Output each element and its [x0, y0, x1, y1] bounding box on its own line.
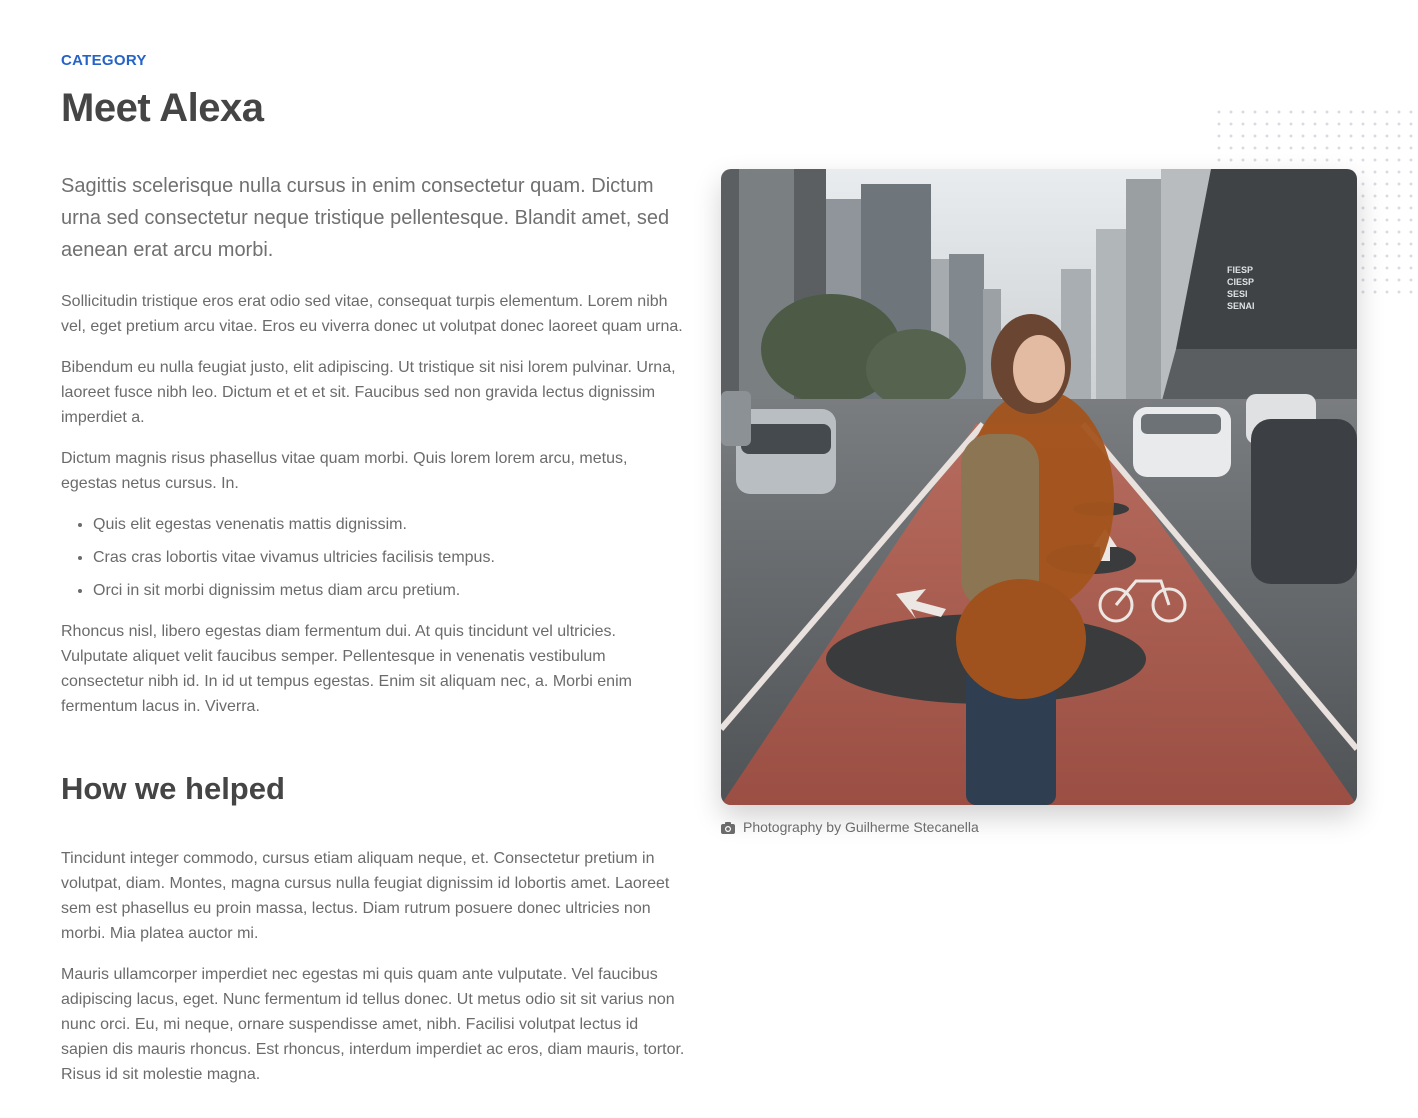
building-sign: SESI	[1227, 289, 1248, 299]
building-sign: SENAI	[1227, 301, 1255, 311]
category-label[interactable]: CATEGORY	[61, 52, 147, 69]
body-paragraph: Sollicitudin tristique eros erat odio se…	[61, 293, 683, 335]
page-title: Meet Alexa	[61, 86, 264, 130]
list-item: Cras cras lobortis vitae vivamus ultrici…	[93, 545, 686, 570]
caption-text: Photography by Guilherme Stecanella	[743, 819, 979, 835]
article-body: Sagittis scelerisque nulla cursus in eni…	[61, 170, 686, 1103]
body-paragraph: Tincidunt integer commodo, cursus etiam …	[61, 850, 670, 942]
section-heading: How we helped	[61, 771, 285, 806]
photo-caption: Photography by Guilherme Stecanella	[721, 819, 979, 835]
hero-photo: FIESP CIESP SESI SENAI	[721, 169, 1357, 805]
body-paragraph: Rhoncus nisl, libero egestas diam fermen…	[61, 623, 632, 715]
building-sign: CIESP	[1227, 277, 1254, 287]
lead-paragraph: Sagittis scelerisque nulla cursus in eni…	[61, 175, 670, 261]
body-paragraph: Mauris ullamcorper imperdiet nec egestas…	[61, 966, 685, 1083]
bullet-list: Quis elit egestas venenatis mattis digni…	[61, 512, 686, 603]
body-paragraph: Dictum magnis risus phasellus vitae quam…	[61, 450, 628, 492]
body-paragraph: Bibendum eu nulla feugiat justo, elit ad…	[61, 359, 676, 426]
list-item: Quis elit egestas venenatis mattis digni…	[93, 512, 686, 537]
list-item: Orci in sit morbi dignissim metus diam a…	[93, 578, 686, 603]
building-sign: FIESP	[1227, 265, 1253, 275]
camera-icon	[721, 821, 735, 834]
